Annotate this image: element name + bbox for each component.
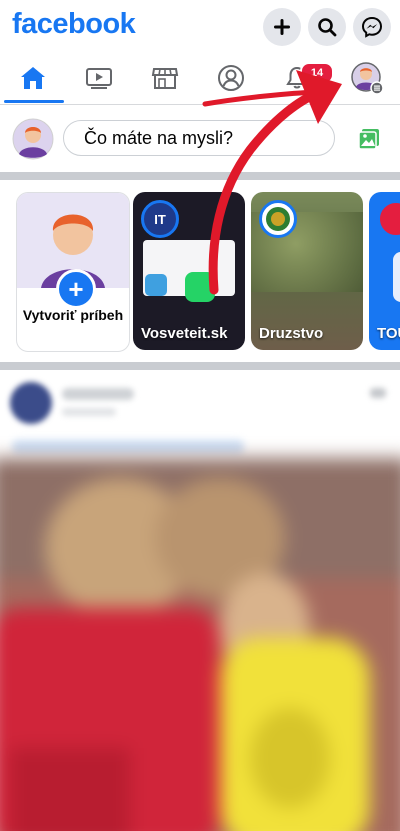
- story-name: Vosveteit.sk: [141, 325, 228, 342]
- post-timestamp: [62, 408, 116, 416]
- story-avatar: IT: [141, 200, 179, 238]
- video-icon: [86, 68, 112, 89]
- story-card[interactable]: Druzstvo: [251, 192, 363, 350]
- tab-profile[interactable]: [200, 54, 262, 102]
- tab-watch[interactable]: [68, 54, 130, 102]
- stories-tray: + Vytvoriť príbeh IT Vosveteit.sk Druzst…: [0, 182, 400, 362]
- tab-menu[interactable]: [336, 54, 398, 102]
- section-divider: [0, 172, 400, 180]
- create-story-card[interactable]: + Vytvoriť príbeh: [16, 192, 130, 352]
- post-composer: Čo máte na mysli?: [0, 106, 400, 172]
- story-avatar: [377, 200, 400, 238]
- search-button[interactable]: [308, 8, 346, 46]
- avatar-menu-icon: [351, 62, 384, 95]
- story-name: Druzstvo: [259, 325, 324, 342]
- post-text: [12, 440, 244, 454]
- add-story-icon: +: [56, 269, 96, 309]
- section-divider: [0, 362, 400, 370]
- notification-badge: 14: [300, 62, 334, 84]
- top-bar: facebook: [0, 0, 400, 54]
- whatsapp-icon: [185, 272, 215, 302]
- post-photo[interactable]: [0, 458, 400, 831]
- nav-bar: 14: [0, 54, 400, 105]
- photo-icon[interactable]: [357, 127, 381, 151]
- status-input[interactable]: Čo máte na mysli?: [63, 120, 335, 156]
- post-author-avatar[interactable]: [10, 382, 52, 424]
- user-avatar[interactable]: [12, 118, 54, 160]
- messenger-button[interactable]: [353, 8, 391, 46]
- messenger-icon: [361, 16, 383, 38]
- active-tab-indicator: [4, 100, 64, 103]
- story-name: TOU: [377, 325, 400, 342]
- story-card[interactable]: TOU: [369, 192, 400, 350]
- story-preview: [393, 252, 400, 302]
- app-icon: [145, 274, 167, 296]
- tab-marketplace[interactable]: [134, 54, 196, 102]
- post-more-icon[interactable]: [370, 388, 386, 398]
- tab-home[interactable]: [2, 54, 64, 102]
- search-icon: [318, 18, 337, 37]
- facebook-logo[interactable]: facebook: [12, 8, 136, 41]
- post-author-name[interactable]: [62, 388, 134, 400]
- store-icon: [151, 68, 179, 89]
- story-avatar: [259, 200, 297, 238]
- user-icon: [218, 65, 244, 91]
- home-icon: [21, 67, 45, 89]
- feed-post: [0, 372, 400, 831]
- create-button[interactable]: [263, 8, 301, 46]
- story-card[interactable]: IT Vosveteit.sk: [133, 192, 245, 350]
- plus-icon: [274, 19, 290, 35]
- create-story-label: Vytvoriť príbeh: [22, 307, 124, 323]
